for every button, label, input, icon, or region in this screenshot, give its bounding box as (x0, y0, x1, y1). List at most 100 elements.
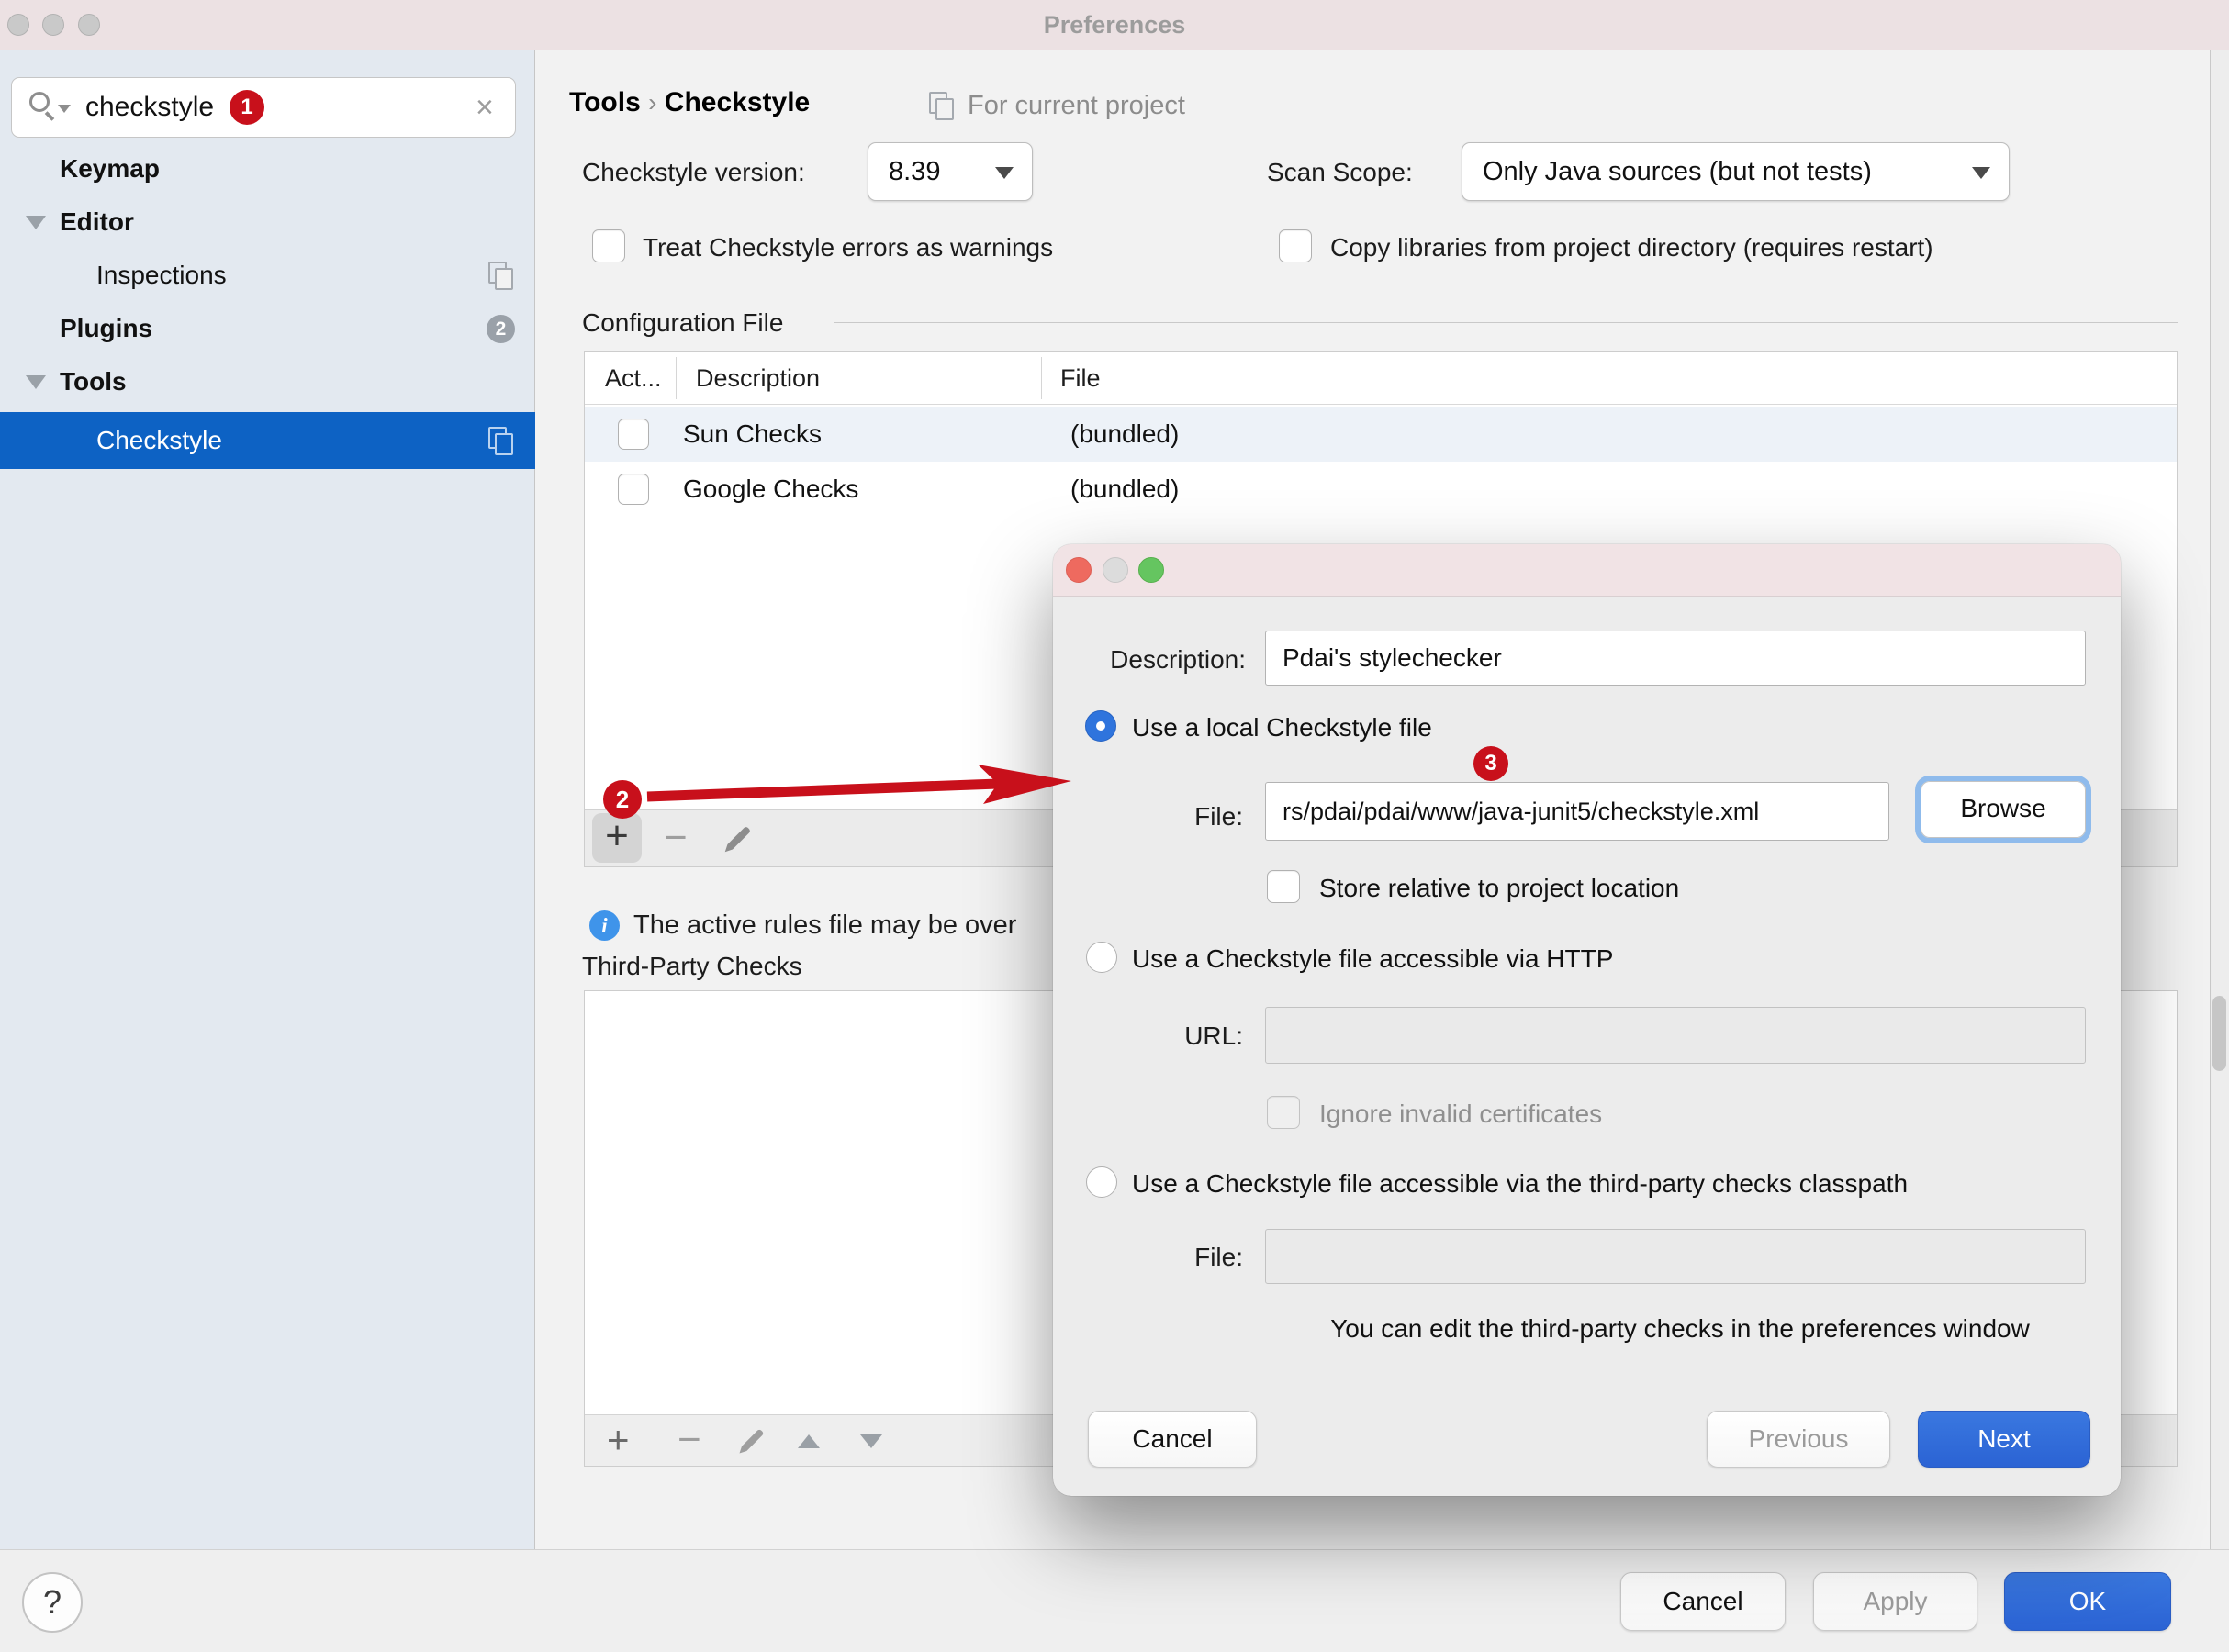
store-relative-checkbox[interactable] (1267, 870, 1300, 903)
breadcrumb: Tools › Checkstyle (569, 81, 810, 125)
dialog-minimize-button[interactable] (1103, 557, 1128, 583)
dialog-zoom-button[interactable] (1138, 557, 1164, 583)
local-file-radio[interactable] (1085, 710, 1116, 742)
annotation-arrow (638, 751, 1083, 817)
column-description[interactable]: Description (696, 352, 820, 405)
remove-configuration-button[interactable]: − (664, 810, 688, 865)
row-description: Sun Checks (683, 407, 822, 462)
dialog-cancel-button[interactable]: Cancel (1088, 1411, 1257, 1468)
http-file-radio[interactable] (1086, 942, 1117, 973)
dialog-titlebar (1053, 544, 2121, 597)
file2-field-wrap (1265, 1229, 2086, 1284)
active-checkbox[interactable] (618, 474, 649, 505)
chevron-down-icon[interactable] (26, 375, 46, 389)
dialog-close-button[interactable] (1066, 557, 1092, 583)
ok-button[interactable]: OK (2004, 1572, 2171, 1631)
add-check-button[interactable]: + (607, 1415, 630, 1465)
classpath-file-input[interactable] (1265, 1229, 2086, 1284)
scan-scope-value: Only Java sources (but not tests) (1483, 143, 1872, 200)
table-row[interactable]: Google Checks (bundled) (585, 462, 2177, 517)
scope-label: For current project (968, 90, 1185, 121)
row-file: (bundled) (1070, 462, 1179, 517)
search-value[interactable]: checkstyle (85, 78, 214, 137)
footer-bar: ? Cancel Apply OK (0, 1549, 2229, 1652)
chevron-down-icon (995, 167, 1014, 179)
help-button[interactable]: ? (22, 1572, 83, 1633)
description-field-wrap (1265, 631, 2086, 686)
search-icon-handle (45, 111, 55, 121)
browse-button[interactable]: Browse (1915, 776, 2091, 843)
annotation-step-3-badge: 3 (1473, 746, 1508, 781)
sidebar-item-label: Inspections (96, 249, 227, 302)
row-description: Google Checks (683, 462, 858, 517)
search-options-chevron-icon[interactable] (58, 105, 71, 113)
breadcrumb-tools[interactable]: Tools (569, 87, 641, 117)
move-up-icon[interactable] (798, 1434, 820, 1448)
sidebar-item-label: Plugins (60, 302, 152, 355)
version-dropdown[interactable]: 8.39 (868, 142, 1033, 201)
ignore-certs-label: Ignore invalid certificates (1319, 1099, 1602, 1129)
dialog-note: You can edit the third-party checks in t… (1265, 1314, 2095, 1344)
configuration-section-title: Configuration File (582, 308, 783, 338)
cancel-button[interactable]: Cancel (1620, 1572, 1786, 1631)
http-file-radio-label: Use a Checkstyle file accessible via HTT… (1132, 944, 1613, 974)
copy-icon (488, 427, 512, 454)
table-header[interactable]: Act... Description File (585, 352, 2177, 405)
dialog-previous-button[interactable]: Previous (1707, 1411, 1890, 1468)
sidebar-item-inspections[interactable]: Inspections (0, 249, 535, 302)
window-titlebar: Preferences (0, 0, 2229, 50)
file-input[interactable] (1265, 782, 1889, 841)
scrollbar-track[interactable] (2210, 50, 2229, 1549)
move-down-icon[interactable] (860, 1434, 882, 1448)
version-label: Checkstyle version: (582, 158, 805, 187)
column-divider[interactable] (676, 357, 677, 399)
add-configuration-dialog: Description: Use a local Checkstyle file… (1053, 544, 2121, 1496)
url-field-wrap (1265, 1007, 2086, 1064)
column-file[interactable]: File (1060, 352, 1101, 405)
edit-pencil-icon[interactable] (735, 1424, 768, 1457)
version-value: 8.39 (889, 143, 940, 200)
info-text: The active rules file may be over (633, 910, 1016, 941)
scrollbar-thumb[interactable] (2212, 996, 2226, 1071)
dialog-next-button[interactable]: Next (1918, 1411, 2090, 1468)
column-active[interactable]: Act... (605, 352, 662, 405)
breadcrumb-checkstyle: Checkstyle (665, 87, 810, 117)
row-file: (bundled) (1070, 407, 1179, 462)
description-input[interactable] (1265, 631, 2086, 686)
remove-check-button[interactable]: − (678, 1412, 701, 1468)
apply-button[interactable]: Apply (1813, 1572, 1977, 1631)
chevron-down-icon[interactable] (26, 216, 46, 229)
copy-libraries-checkbox[interactable] (1279, 229, 1312, 262)
edit-pencil-icon[interactable] (721, 821, 756, 856)
sidebar-item-keymap[interactable]: Keymap (0, 142, 535, 195)
active-checkbox[interactable] (618, 419, 649, 450)
classpath-file-radio-label: Use a Checkstyle file accessible via the… (1132, 1169, 1908, 1199)
treat-errors-checkbox[interactable] (592, 229, 625, 262)
url-input[interactable] (1265, 1007, 2086, 1064)
scan-scope-dropdown[interactable]: Only Java sources (but not tests) (1462, 142, 2010, 201)
treat-errors-label: Treat Checkstyle errors as warnings (643, 233, 1053, 262)
annotation-step-2-badge: 2 (603, 780, 642, 819)
table-row[interactable]: Sun Checks (bundled) (585, 407, 2177, 462)
column-divider[interactable] (1041, 357, 1042, 399)
search-input[interactable]: checkstyle 1 × (11, 77, 516, 138)
ignore-certs-checkbox[interactable] (1267, 1096, 1300, 1129)
sidebar-item-label: Tools (60, 355, 127, 408)
sidebar-item-label: Checkstyle (96, 412, 222, 469)
add-configuration-button[interactable]: + (592, 813, 642, 863)
description-label: Description: (1071, 645, 1246, 675)
file2-label: File: (1138, 1243, 1243, 1272)
sidebar-item-tools[interactable]: Tools (0, 355, 535, 408)
file-field-wrap (1265, 782, 1889, 841)
copy-icon (929, 92, 953, 119)
breadcrumb-separator: › (648, 88, 656, 117)
info-icon: i (589, 910, 620, 941)
window-title: Preferences (0, 0, 2229, 50)
sidebar-item-checkstyle[interactable]: Checkstyle (0, 412, 535, 469)
sidebar-item-plugins[interactable]: Plugins 2 (0, 302, 535, 355)
sidebar-item-label: Editor (60, 195, 134, 249)
clear-search-icon[interactable]: × (476, 78, 494, 137)
settings-sidebar: checkstyle 1 × Keymap Editor Inspections… (0, 50, 535, 1549)
sidebar-item-editor[interactable]: Editor (0, 195, 535, 249)
classpath-file-radio[interactable] (1086, 1166, 1117, 1198)
